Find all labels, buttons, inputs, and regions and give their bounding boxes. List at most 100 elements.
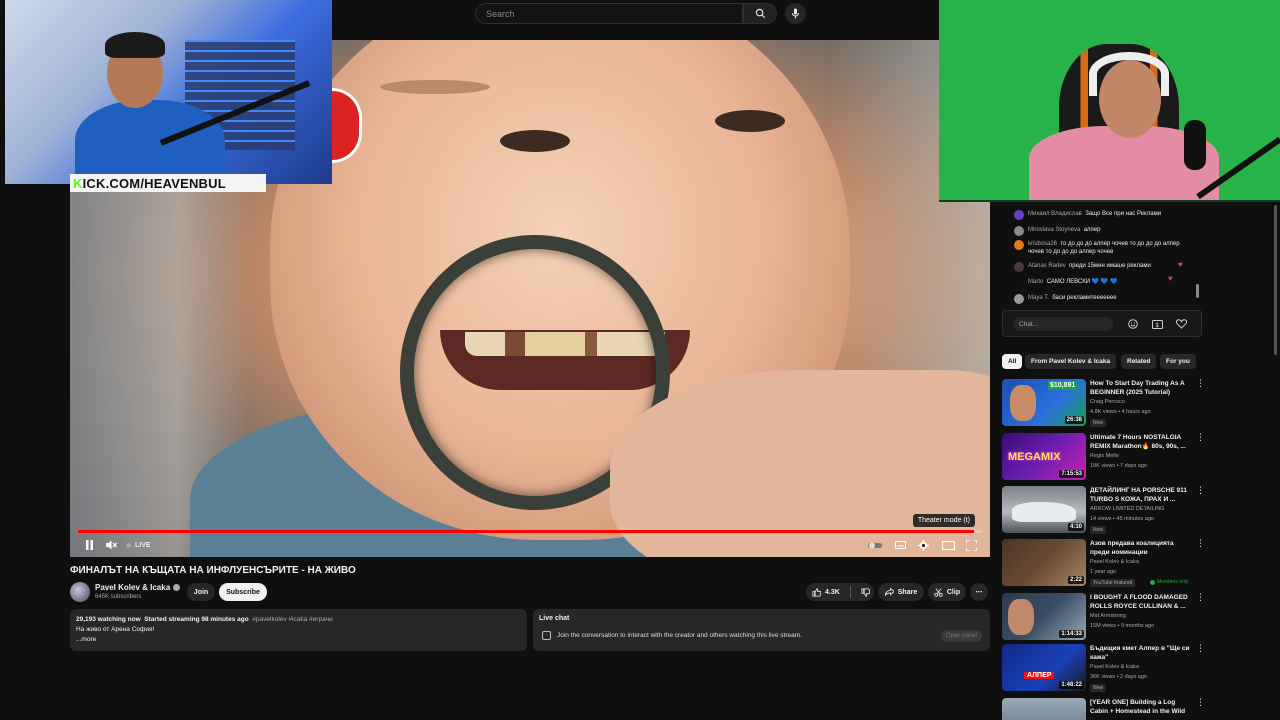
channel-name[interactable]: Pavel Kolev & Icaka: [95, 583, 170, 592]
chip-from-channel[interactable]: From Pavel Kolev & Icaka: [1025, 354, 1117, 369]
chip-for-you[interactable]: For you: [1160, 354, 1196, 369]
recommendation-channel[interactable]: Pavel Kolev & Icaka: [1090, 559, 1139, 565]
recommendation-title[interactable]: How To Start Day Trading As A BEGINNER (…: [1090, 379, 1190, 397]
search-button[interactable]: [743, 3, 777, 24]
clip-button[interactable]: Clip: [928, 583, 966, 601]
recommendation-item[interactable]: [YEAR ONE] Building a Log Cabin + Homest…: [1002, 698, 1202, 720]
settings-button[interactable]: [916, 537, 930, 553]
thumbnail-text: $10,891: [1048, 381, 1078, 390]
chat-author: Atanas Radev: [1028, 263, 1066, 269]
scissors-icon: [934, 587, 943, 597]
emoji-icon: [1128, 319, 1138, 329]
open-panel-button[interactable]: Open panel: [940, 630, 982, 642]
recommendation-item[interactable]: $10,891 26:38 How To Start Day Trading A…: [1002, 379, 1205, 431]
more-actions-button[interactable]: ⋯: [970, 583, 988, 601]
live-dot: [126, 542, 131, 548]
chat-message: Miroslava Stoyneva алпер: [1014, 226, 1194, 236]
heart-icon: [1175, 319, 1187, 329]
thumbs-down-icon[interactable]: [861, 587, 870, 597]
recommendation-title[interactable]: Азов предава коалицията преди номинации: [1090, 539, 1190, 557]
video-duration: 4:10: [1067, 523, 1084, 531]
chat-avatar: [1014, 262, 1024, 272]
recommendation-title[interactable]: [YEAR ONE] Building a Log Cabin + Homest…: [1090, 698, 1190, 716]
like-chat-button[interactable]: [1175, 318, 1187, 330]
recommendation-channel[interactable]: Mat Armstrong: [1090, 613, 1126, 619]
chat-avatar: [1014, 210, 1024, 220]
video-thumbnail[interactable]: 2:22: [1002, 539, 1086, 586]
autoplay-toggle[interactable]: [868, 537, 882, 553]
share-button[interactable]: Share: [878, 583, 924, 601]
thumbnail-person: [1008, 599, 1034, 635]
recommendation-channel[interactable]: Pavel Kolev & Icaka: [1090, 664, 1139, 670]
subscribe-button[interactable]: Subscribe: [219, 583, 267, 601]
video-duration: 1:48:22: [1059, 681, 1084, 689]
live-indicator[interactable]: LIVE: [126, 537, 151, 553]
recommendation-item[interactable]: АЛПЕР 1:48:22 Бъдещия кмет Алпер в "Ще с…: [1002, 644, 1205, 696]
video-duration: 2:22: [1067, 576, 1084, 584]
chat-bubble-icon: [542, 631, 551, 640]
kebab-menu-icon[interactable]: ⋮: [1196, 539, 1205, 548]
description-box[interactable]: 29,193 watching now Started streaming 98…: [70, 609, 527, 651]
search-box[interactable]: [475, 3, 743, 24]
voice-search-button[interactable]: [785, 3, 806, 24]
recommendation-title[interactable]: I BOUGHT A FLOOD DAMAGED ROLLS ROYCE CUL…: [1090, 593, 1190, 611]
gear-icon: [917, 539, 929, 551]
volume-muted-icon: [105, 540, 117, 550]
thumbnail-text: АЛПЕР: [1024, 672, 1055, 679]
channel-avatar[interactable]: [70, 582, 90, 602]
search-input[interactable]: [476, 4, 742, 24]
recommendation-title[interactable]: Ultimate 7 Hours NOSTALGIA REMIX Maratho…: [1090, 433, 1190, 451]
recommendation-item[interactable]: MEGAMIX 7:15:53 Ultimate 7 Hours NOSTALG…: [1002, 433, 1205, 485]
clip-label: Clip: [946, 588, 961, 596]
recommendation-channel[interactable]: Craig Percoco: [1090, 399, 1125, 405]
emoji-button[interactable]: [1127, 318, 1139, 330]
video-thumbnail[interactable]: $10,891 26:38: [1002, 379, 1086, 426]
video-thumbnail[interactable]: [1002, 698, 1086, 720]
video-thumbnail[interactable]: 1:14:33: [1002, 593, 1086, 640]
recommendation-item[interactable]: 1:14:33 I BOUGHT A FLOOD DAMAGED ROLLS R…: [1002, 593, 1205, 645]
hashtags[interactable]: #pavelkolev #icaka #играчи: [252, 616, 332, 623]
recommendation-item[interactable]: 2:22 Азов предава коалицията преди номин…: [1002, 539, 1205, 591]
kebab-menu-icon[interactable]: ⋮: [1196, 486, 1205, 495]
top-bar: [333, 0, 939, 40]
fullscreen-button[interactable]: [964, 537, 978, 553]
kebab-menu-icon[interactable]: ⋮: [1196, 593, 1205, 602]
video-thumbnail[interactable]: 4:10: [1002, 486, 1086, 533]
like-count[interactable]: 4.3K: [825, 589, 840, 596]
description-more-link[interactable]: ...more: [76, 635, 521, 645]
join-button[interactable]: Join: [187, 583, 215, 601]
chip-related[interactable]: Related: [1121, 354, 1157, 369]
recommendation-title[interactable]: Бъдещия кмет Алпер в "Ще си кажа": [1090, 644, 1190, 662]
kebab-menu-icon[interactable]: ⋮: [1196, 433, 1205, 442]
chip-all[interactable]: All: [1002, 354, 1023, 369]
chat-input[interactable]: [1013, 317, 1113, 331]
description-line-1: 29,193 watching now Started streaming 98…: [76, 615, 521, 625]
chat-scrollbar[interactable]: [1196, 284, 1199, 298]
thumbs-up-icon[interactable]: [812, 587, 821, 597]
pause-icon: [85, 540, 93, 550]
video-thumbnail[interactable]: MEGAMIX 7:15:53: [1002, 433, 1086, 480]
recommendation-item[interactable]: 4:10 ДЕТАЙЛИНГ НА PORSCHE 911 TURBO S КО…: [1002, 486, 1205, 538]
pause-button[interactable]: [82, 537, 96, 553]
thumbnail-person: [1010, 385, 1036, 421]
recommendation-channel[interactable]: Regis Mello: [1090, 453, 1119, 459]
recommendation-title[interactable]: ДЕТАЙЛИНГ НА PORSCHE 911 TURBO S КОЖА, П…: [1090, 486, 1190, 504]
kebab-menu-icon[interactable]: ⋮: [1196, 698, 1202, 707]
page-scrollbar[interactable]: [1274, 205, 1277, 355]
super-chat-button[interactable]: $: [1151, 318, 1163, 330]
mute-button[interactable]: [104, 537, 118, 553]
kick-url-banner: K ICK.COM/HEAVENBUL: [70, 174, 266, 192]
theater-mode-button[interactable]: [940, 537, 956, 553]
heart-reaction-icon: ♥: [1168, 274, 1173, 283]
streamer-left-hair: [105, 32, 165, 58]
channel-name-row[interactable]: Pavel Kolev & Icaka: [95, 583, 181, 592]
subtitles-button[interactable]: [893, 537, 907, 553]
subscriber-count: 645K subscribers: [95, 594, 142, 600]
kebab-menu-icon[interactable]: ⋮: [1196, 644, 1205, 653]
recommendation-channel[interactable]: ARROW LIMITED DETAILING: [1090, 506, 1164, 512]
video-thumbnail[interactable]: АЛПЕР 1:48:22: [1002, 644, 1086, 691]
chat-avatar: [1014, 294, 1024, 304]
kick-logo-letter: K: [73, 175, 83, 191]
kebab-menu-icon[interactable]: ⋮: [1196, 379, 1205, 388]
chat-text: баси рекламитеееееее: [1052, 295, 1117, 301]
